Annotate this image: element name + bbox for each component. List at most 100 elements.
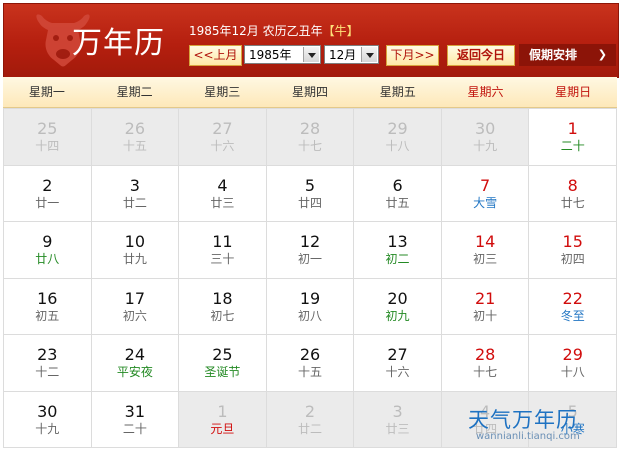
lunar-day-label: 初六 [122,308,147,323]
day-cell[interactable]: 6 廿五 [354,165,442,222]
day-cell[interactable]: 17 初六 [91,278,180,335]
day-number: 18 [212,288,233,308]
day-cell-other-month[interactable]: 28 十七 [266,109,355,166]
day-number: 7 [480,175,491,195]
prev-month-button[interactable]: <<上月 [189,45,242,66]
day-cell[interactable]: 18 初七 [179,278,267,335]
day-number: 2 [304,401,316,421]
day-number: 15 [562,232,583,251]
lunar-day-label: 十六 [210,139,235,153]
day-cell[interactable]: 23 十二 [4,335,92,392]
day-cell[interactable]: 11 三十 [179,222,267,279]
day-number: 29 [562,345,583,364]
lunar-day-label: 十八 [385,139,410,153]
day-number: 1 [567,119,578,138]
lunar-day-label: 廿二 [122,195,147,210]
day-cell[interactable]: 3 廿二 [91,165,180,222]
day-cell[interactable]: 24 平安夜 [91,335,180,392]
day-number: 4 [480,401,491,421]
day-cell[interactable]: 14 初三 [441,222,530,279]
day-cell[interactable]: 21 初十 [441,278,530,335]
day-number: 11 [212,232,233,251]
lunar-day-label: 十四 [35,139,60,153]
day-cell[interactable]: 9 廿八 [4,222,92,279]
lunar-day-label: 初九 [385,308,410,323]
day-cell[interactable]: 22 冬至 [529,278,617,335]
day-cell[interactable]: 19 初八 [266,278,355,335]
day-cell[interactable]: 12 初一 [266,222,355,279]
day-number: 21 [474,288,496,308]
day-cell-other-month[interactable]: 26 十五 [91,109,180,166]
lunar-day-label: 十七 [473,365,498,379]
day-cell[interactable]: 20 初九 [354,278,442,335]
year-dropdown-arrow-icon[interactable] [303,47,319,62]
lunar-day-label: 平安夜 [116,365,153,379]
day-cell[interactable]: 2 廿一 [4,165,92,222]
lunar-day-label: 三十 [210,252,235,266]
day-number: 19 [299,288,321,308]
day-number: 9 [42,232,53,251]
weekday-label: 星期六 [467,85,504,99]
day-cell-other-month[interactable]: 25 十四 [4,109,92,166]
weekday-label: 星期日 [555,85,592,99]
day-cell-other-month[interactable]: 5 小寒 [529,391,617,448]
day-cell-other-month[interactable]: 3 廿三 [354,391,442,448]
day-cell[interactable]: 16 初五 [4,278,92,335]
day-number: 4 [217,175,228,195]
day-cell-other-month[interactable]: 27 十六 [179,109,267,166]
weekday-label: 星期四 [292,85,329,99]
day-number: 1 [217,401,228,421]
holiday-schedule-button[interactable]: 假期安排 ❯ [519,44,616,66]
day-number: 14 [474,232,496,251]
lunar-day-label: 廿三 [210,195,235,210]
day-cell[interactable]: 26 十五 [266,335,355,392]
weekday-label: 星期二 [116,85,153,99]
lunar-day-label: 十九 [473,139,498,153]
day-cell[interactable]: 31 二十 [91,391,180,448]
day-number: 27 [212,119,233,138]
day-cell[interactable]: 15 初四 [529,222,617,279]
day-number: 22 [562,288,583,308]
day-cell[interactable]: 27 十六 [354,335,442,392]
next-month-button[interactable]: 下月>> [386,45,439,66]
day-cell-other-month[interactable]: 2 廿二 [266,391,355,448]
lunar-day-label: 初七 [210,308,235,323]
day-number: 31 [124,401,146,421]
day-cell[interactable]: 28 十七 [441,335,530,392]
day-cell[interactable]: 7 大雪 [441,165,530,222]
lunar-year-info: 1985年12月 农历乙丑年【牛】 [189,22,359,39]
day-cell[interactable]: 13 初二 [354,222,442,279]
day-cell-other-month[interactable]: 4 廿四 [441,391,530,448]
month-dropdown-arrow-icon[interactable] [361,47,377,62]
lunar-day-label: 初五 [35,308,60,323]
lunar-day-label: 二十 [122,421,147,436]
day-number: 24 [124,345,146,364]
day-cell[interactable]: 25 圣诞节 [179,335,267,392]
lunar-day-label: 初四 [560,252,585,266]
lunar-day-label: 十七 [297,139,322,153]
day-cell[interactable]: 8 廿七 [529,165,617,222]
day-cell[interactable]: 5 廿四 [266,165,355,222]
holiday-schedule-label: 假期安排 [529,48,578,62]
day-cell-other-month[interactable]: 1 元旦 [179,391,267,448]
day-cell[interactable]: 1 二十 [529,109,617,166]
lunar-day-label: 冬至 [560,308,585,323]
back-to-today-button[interactable]: 返回今日 [447,45,515,66]
lunar-day-label: 二十 [560,139,585,153]
day-cell[interactable]: 10 廿九 [91,222,180,279]
lunar-day-label: 十五 [122,139,147,153]
year-select[interactable]: 1985年 [244,45,321,64]
day-cell-other-month[interactable]: 29 十八 [354,109,442,166]
month-select[interactable]: 12月 [324,45,379,64]
day-cell-other-month[interactable]: 30 十九 [441,109,530,166]
zodiac-bracket-open: 【 [322,24,335,38]
day-cell[interactable]: 29 十八 [529,335,617,392]
day-number: 28 [474,345,496,364]
weekday-label: 星期五 [379,85,416,99]
day-number: 25 [212,345,233,364]
lunar-day-label: 廿四 [473,421,498,436]
lunar-day-label: 廿三 [385,421,410,436]
day-cell[interactable]: 4 廿三 [179,165,267,222]
day-number: 29 [387,119,408,138]
day-cell[interactable]: 30 十九 [4,391,92,448]
